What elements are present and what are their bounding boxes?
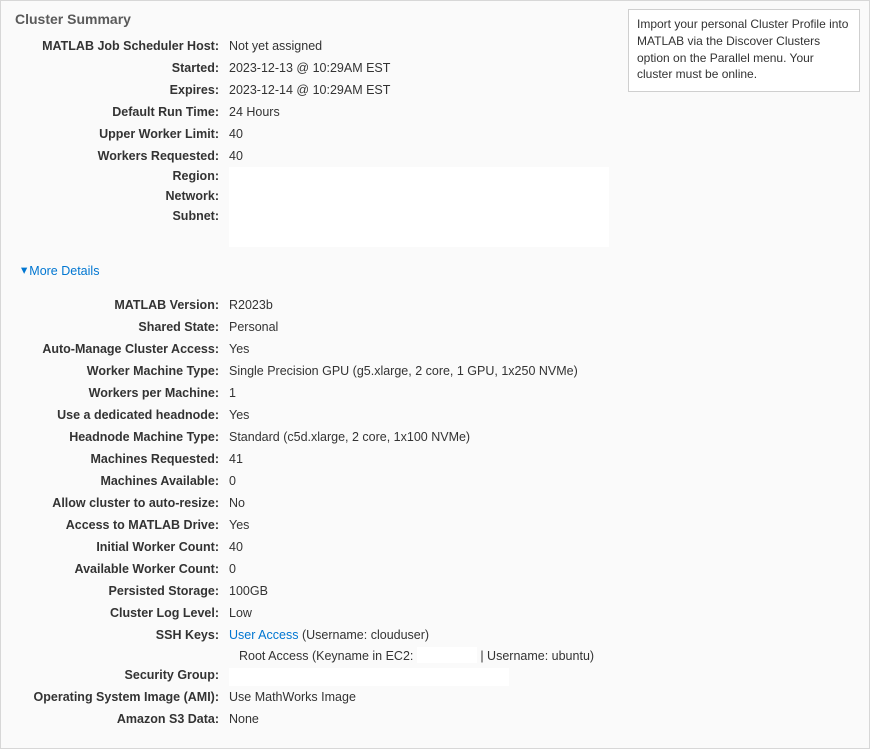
- matlabver-value: R2023b: [229, 296, 273, 312]
- workersreq-value: 40: [229, 147, 243, 163]
- s3-label: Amazon S3 Data:: [15, 710, 229, 726]
- row-headnode-type: Headnode Machine Type: Standard (c5d.xla…: [15, 428, 855, 448]
- headtype-value: Standard (c5d.xlarge, 2 core, 1x100 NVMe…: [229, 428, 470, 444]
- secgroup-value: [229, 666, 509, 686]
- row-workersreq: Workers Requested: 40: [15, 147, 855, 167]
- sharedstate-label: Shared State:: [15, 318, 229, 334]
- matlabver-label: MATLAB Version:: [15, 296, 229, 312]
- details-rows: MATLAB Version: R2023b Shared State: Per…: [15, 296, 855, 730]
- upperlimit-label: Upper Worker Limit:: [15, 125, 229, 141]
- automanage-value: Yes: [229, 340, 249, 356]
- workertype-label: Worker Machine Type:: [15, 362, 229, 378]
- ssh-root-prefix: Root Access (Keyname in EC2:: [239, 649, 417, 663]
- rns-labels: Region: Network: Subnet:: [15, 169, 229, 247]
- availworker-label: Available Worker Count:: [15, 560, 229, 576]
- ssh-label: SSH Keys:: [15, 626, 229, 642]
- host-label: MATLAB Job Scheduler Host:: [15, 37, 229, 53]
- row-automanage: Auto-Manage Cluster Access: Yes: [15, 340, 855, 360]
- row-machines-available: Machines Available: 0: [15, 472, 855, 492]
- availworker-value: 0: [229, 560, 236, 576]
- dedhead-label: Use a dedicated headnode:: [15, 406, 229, 422]
- sharedstate-value: Personal: [229, 318, 278, 334]
- initworker-value: 40: [229, 538, 243, 554]
- import-profile-tip: Import your personal Cluster Profile int…: [628, 9, 860, 92]
- workersper-label: Workers per Machine:: [15, 384, 229, 400]
- row-ami: Operating System Image (AMI): Use MathWo…: [15, 688, 855, 708]
- chevron-down-icon: ▾: [21, 262, 27, 277]
- expires-value: 2023-12-14 @ 10:29AM EST: [229, 81, 390, 97]
- row-region-network-subnet: Region: Network: Subnet:: [15, 169, 855, 247]
- initworker-label: Initial Worker Count:: [15, 538, 229, 554]
- automanage-label: Auto-Manage Cluster Access:: [15, 340, 229, 356]
- ssh-user-access-link[interactable]: User Access: [229, 628, 298, 642]
- row-avail-workers: Available Worker Count: 0: [15, 560, 855, 580]
- ssh-keyname-redacted: [417, 647, 477, 663]
- headtype-label: Headnode Machine Type:: [15, 428, 229, 444]
- accessdrive-value: Yes: [229, 516, 249, 532]
- row-shared-state: Shared State: Personal: [15, 318, 855, 338]
- loglevel-value: Low: [229, 604, 252, 620]
- row-workertype: Worker Machine Type: Single Precision GP…: [15, 362, 855, 382]
- ami-label: Operating System Image (AMI):: [15, 688, 229, 704]
- row-s3: Amazon S3 Data: None: [15, 710, 855, 730]
- row-autoresize: Allow cluster to auto-resize: No: [15, 494, 855, 514]
- autoresize-value: No: [229, 494, 245, 510]
- secgroup-redacted: [229, 668, 509, 686]
- row-loglevel: Cluster Log Level: Low: [15, 604, 855, 624]
- upperlimit-value: 40: [229, 125, 243, 141]
- s3-value: None: [229, 710, 259, 726]
- row-dedicated-headnode: Use a dedicated headnode: Yes: [15, 406, 855, 426]
- more-details-label: More Details: [29, 264, 99, 278]
- started-value: 2023-12-13 @ 10:29AM EST: [229, 59, 390, 75]
- runtime-label: Default Run Time:: [15, 103, 229, 119]
- row-runtime: Default Run Time: 24 Hours: [15, 103, 855, 123]
- autoresize-label: Allow cluster to auto-resize:: [15, 494, 229, 510]
- row-workersper: Workers per Machine: 1: [15, 384, 855, 404]
- row-machines-requested: Machines Requested: 41: [15, 450, 855, 470]
- row-upperlimit: Upper Worker Limit: 40: [15, 125, 855, 145]
- row-access-drive: Access to MATLAB Drive: Yes: [15, 516, 855, 536]
- ssh-user-suffix: (Username: clouduser): [298, 628, 429, 642]
- row-secgroup: Security Group:: [15, 666, 855, 686]
- secgroup-label: Security Group:: [15, 666, 229, 682]
- row-matlab-version: MATLAB Version: R2023b: [15, 296, 855, 316]
- region-network-subnet-redacted: [229, 167, 609, 247]
- region-label: Region:: [15, 169, 229, 183]
- storage-value: 100GB: [229, 582, 268, 598]
- loglevel-label: Cluster Log Level:: [15, 604, 229, 620]
- workertype-value: Single Precision GPU (g5.xlarge, 2 core,…: [229, 362, 578, 378]
- workersreq-label: Workers Requested:: [15, 147, 229, 163]
- subnet-label: Subnet:: [15, 209, 229, 223]
- ssh-user-line: User Access (Username: clouduser): [229, 626, 429, 642]
- machreq-value: 41: [229, 450, 243, 466]
- ami-value: Use MathWorks Image: [229, 688, 356, 704]
- runtime-value: 24 Hours: [229, 103, 280, 119]
- expires-label: Expires:: [15, 81, 229, 97]
- dedhead-value: Yes: [229, 406, 249, 422]
- workersper-value: 1: [229, 384, 236, 400]
- row-storage: Persisted Storage: 100GB: [15, 582, 855, 602]
- ssh-root-suffix: | Username: ubuntu): [477, 649, 594, 663]
- more-details-toggle[interactable]: ▾More Details: [21, 263, 99, 278]
- ssh-root-line: Root Access (Keyname in EC2: | Username:…: [239, 647, 855, 663]
- network-label: Network:: [15, 189, 229, 203]
- started-label: Started:: [15, 59, 229, 75]
- machavail-label: Machines Available:: [15, 472, 229, 488]
- machreq-label: Machines Requested:: [15, 450, 229, 466]
- storage-label: Persisted Storage:: [15, 582, 229, 598]
- host-value: Not yet assigned: [229, 37, 322, 53]
- cluster-summary-panel: Cluster Summary Import your personal Clu…: [0, 0, 870, 749]
- accessdrive-label: Access to MATLAB Drive:: [15, 516, 229, 532]
- row-initial-workers: Initial Worker Count: 40: [15, 538, 855, 558]
- machavail-value: 0: [229, 472, 236, 488]
- row-sshkeys: SSH Keys: User Access (Username: cloudus…: [15, 626, 855, 646]
